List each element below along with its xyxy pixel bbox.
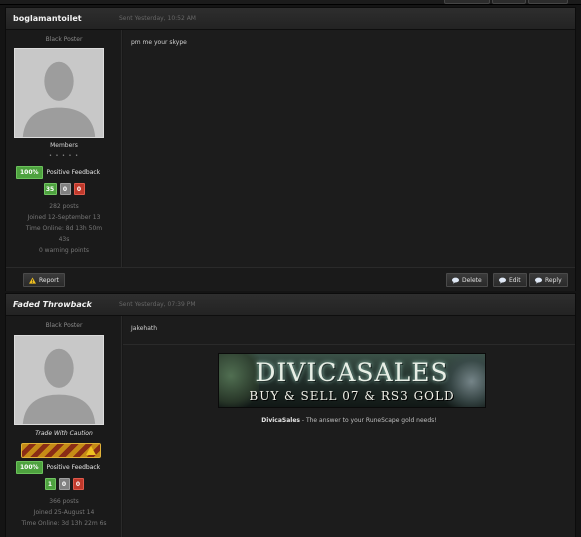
post-date: Sent Yesterday, 10:52 AM (119, 15, 196, 22)
neutral-count[interactable]: 0 (59, 183, 71, 195)
group-title: Black Poster (45, 322, 83, 329)
positive-count[interactable]: 35 (43, 183, 57, 195)
signature-brand: DivicaSales (261, 417, 300, 424)
speech-bubble-icon (499, 277, 506, 284)
post-author-name[interactable]: Faded Throwback (13, 300, 92, 309)
avatar[interactable] (14, 335, 104, 425)
feedback-percent-badge[interactable]: 100% (16, 166, 43, 179)
post-message: Jakehath (131, 325, 158, 332)
joined-date: Joined 12-September 13 (27, 214, 101, 221)
trade-with-caution-rank-image (21, 443, 101, 458)
default-avatar-icon (15, 49, 103, 137)
feedback-counts: 35 0 0 (6, 183, 122, 195)
signature-divider (123, 344, 575, 345)
post-content: Jakehath DIVICASALES BUY & SELL 07 & RS3… (123, 316, 575, 537)
post-footer: Report Delete Edit Reply (6, 267, 575, 291)
default-avatar-icon (15, 336, 103, 424)
post-count: 366 posts (49, 498, 79, 505)
previous-edit-button[interactable] (492, 0, 526, 4)
feedback-row: 100% Positive Feedback (16, 166, 101, 179)
rank-stars: • • • • • (48, 153, 80, 159)
joined-date: Joined 25-August 14 (33, 509, 95, 516)
signature-caption: DivicaSales - The answer to your RuneSca… (123, 417, 575, 424)
delete-label: Delete (462, 276, 482, 284)
edit-button[interactable]: Edit (493, 273, 527, 287)
banner-subtitle: BUY & SELL 07 & RS3 GOLD (249, 389, 455, 403)
feedback-label: Positive Feedback (46, 464, 101, 471)
caution-icon (86, 446, 96, 455)
feedback-label: Positive Feedback (46, 169, 101, 176)
banner-title: DIVICASALES (255, 358, 449, 387)
warning-icon (29, 276, 36, 284)
avatar[interactable] (14, 48, 104, 138)
feedback-percent-badge[interactable]: 100% (16, 461, 43, 474)
time-online: Time Online: 3d 13h 22m 6s (21, 520, 107, 527)
feedback-row: 100% Positive Feedback (16, 461, 101, 474)
divicasales-banner-image[interactable]: DIVICASALES BUY & SELL 07 & RS3 GOLD (218, 353, 486, 408)
time-online-continued: 43s (58, 236, 70, 243)
report-button[interactable]: Report (23, 273, 65, 287)
negative-count[interactable]: 0 (72, 478, 84, 490)
report-label: Report (39, 276, 59, 284)
member-rank: Trade With Caution (35, 430, 93, 437)
post-body: Black Poster Members • • • • • 100% Posi… (6, 30, 575, 267)
feedback-counts: 1 0 0 (6, 478, 122, 490)
author-sidebar: Black Poster Trade With Caution 100% Pos… (6, 316, 122, 537)
previous-delete-button[interactable] (444, 0, 490, 4)
member-rank: Members (50, 142, 78, 149)
previous-post-footer-strip (0, 0, 581, 5)
post-card: boglamantoilet Sent Yesterday, 10:52 AM … (5, 7, 576, 291)
post-date: Sent Yesterday, 07:39 PM (119, 301, 196, 308)
speech-bubble-icon (452, 277, 459, 284)
positive-count[interactable]: 1 (44, 478, 56, 490)
post-content: pm me your skype (123, 30, 575, 267)
previous-reply-button[interactable] (528, 0, 568, 4)
negative-count[interactable]: 0 (73, 183, 85, 195)
post-body: Black Poster Trade With Caution 100% Pos… (6, 316, 575, 537)
reply-button[interactable]: Reply (529, 273, 568, 287)
time-online: Time Online: 8d 13h 50m (25, 225, 103, 232)
post-header: Faded Throwback Sent Yesterday, 07:39 PM (6, 294, 575, 316)
post-card: Faded Throwback Sent Yesterday, 07:39 PM… (5, 293, 576, 537)
reply-label: Reply (545, 276, 562, 284)
group-title: Black Poster (45, 36, 83, 43)
neutral-count[interactable]: 0 (58, 478, 70, 490)
signature-tagline: - The answer to your RuneScape gold need… (299, 417, 437, 424)
speech-bubble-icon (535, 277, 542, 284)
post-count: 282 posts (49, 203, 79, 210)
author-sidebar: Black Poster Members • • • • • 100% Posi… (6, 30, 122, 267)
edit-label: Edit (509, 276, 521, 284)
post-message: pm me your skype (131, 39, 187, 46)
warning-points: 0 warning points (38, 247, 90, 254)
post-header: boglamantoilet Sent Yesterday, 10:52 AM (6, 8, 575, 30)
post-author-name[interactable]: boglamantoilet (13, 14, 82, 23)
delete-button[interactable]: Delete (446, 273, 488, 287)
